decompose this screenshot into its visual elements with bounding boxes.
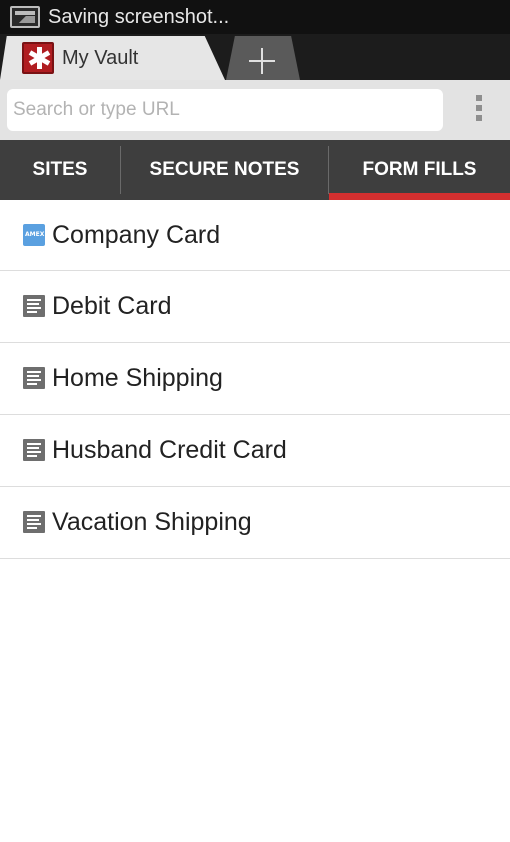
plus-icon <box>249 48 275 74</box>
form-fill-icon <box>23 367 45 389</box>
amex-card-icon <box>23 224 45 246</box>
tab-secure-notes[interactable]: SECURE NOTES <box>121 140 328 200</box>
form-fill-icon <box>23 511 45 533</box>
url-input[interactable] <box>7 89 443 131</box>
list-item[interactable]: Home Shipping <box>0 343 510 415</box>
status-text: Saving screenshot... <box>48 5 230 28</box>
url-bar <box>0 80 510 140</box>
form-fill-icon <box>23 295 45 317</box>
vault-tabs: SITES SECURE NOTES FORM FILLS <box>0 140 510 200</box>
list-item-label: Debit Card <box>52 292 172 320</box>
list-item[interactable]: Debit Card <box>0 271 510 343</box>
list-item-label: Home Shipping <box>52 364 223 392</box>
list-item[interactable]: Vacation Shipping <box>0 487 510 559</box>
status-bar: Saving screenshot... <box>0 0 510 34</box>
list-item-label: Vacation Shipping <box>52 508 252 536</box>
tab-sites[interactable]: SITES <box>0 140 120 200</box>
list-item[interactable]: Husband Credit Card <box>0 415 510 487</box>
list-item-label: Husband Credit Card <box>52 436 287 464</box>
list-item-label: Company Card <box>52 221 221 249</box>
browser-tab-title: My Vault <box>62 47 139 69</box>
tab-form-fills[interactable]: FORM FILLS <box>329 140 510 200</box>
selected-tab-indicator <box>329 193 510 200</box>
screenshot-icon <box>10 6 40 28</box>
form-fills-list: Company Card Debit Card Home Shipping Hu… <box>0 200 510 559</box>
overflow-menu-icon[interactable] <box>472 95 486 127</box>
form-fill-icon <box>23 439 45 461</box>
lastpass-logo-icon <box>22 42 54 74</box>
list-item[interactable]: Company Card <box>0 200 510 271</box>
browser-tab-strip: My Vault <box>0 34 510 80</box>
